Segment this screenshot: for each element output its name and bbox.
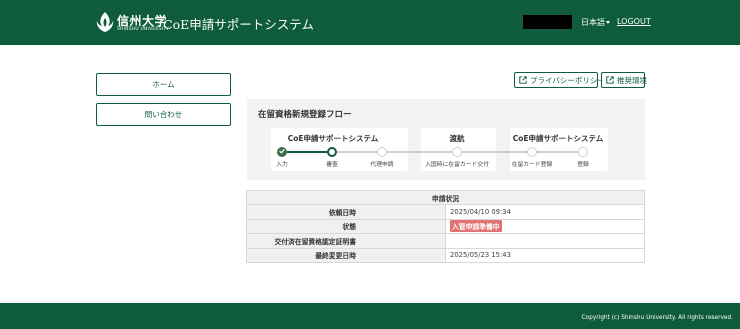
step-pending-indicator xyxy=(527,147,537,157)
flow-group-label: CoE申請サポートシステム xyxy=(512,134,604,143)
flow-group-label: CoE申請サポートシステム xyxy=(287,134,379,143)
step-pending-indicator xyxy=(377,147,387,157)
recommended-environment-link[interactable]: 推奨環境 xyxy=(601,72,647,88)
table-row: 最終変更日時 2025/05/23 15:43 xyxy=(246,247,645,263)
step-pending-indicator xyxy=(578,147,588,157)
logo-mark-icon xyxy=(96,12,114,32)
step-connector xyxy=(535,151,580,153)
step-name: 代理申請 xyxy=(370,162,394,168)
step-connector xyxy=(287,151,332,153)
app-title: CoE申請サポートシステム xyxy=(163,17,314,32)
table-header-row: 申請状況 xyxy=(246,189,645,206)
registration-flow-panel: 在留資格新規登録フロー CoE申請サポートシステム 渡航 CoE申請サポートシス… xyxy=(247,99,645,180)
page-footer: Copyright (c) Shinshu University. All ri… xyxy=(0,303,740,329)
privacy-policy-label: プライバシーポリシー xyxy=(530,75,605,85)
application-status-table: 申請状況 依頼日時 2025/04/10 09:34 状態 入管申請準備中 交付… xyxy=(246,189,645,263)
row-value: 入管申請準備中 xyxy=(445,218,645,235)
row-label: 依頼日時 xyxy=(246,204,446,220)
step-name: 入力 xyxy=(276,162,288,168)
status-badge: 入管申請準備中 xyxy=(450,220,502,233)
step-done-indicator xyxy=(277,147,287,157)
logo-subtitle: SHINSHU UNIVERSITY xyxy=(117,27,170,32)
copyright-text: Copyright (c) Shinshu University. All ri… xyxy=(581,315,734,321)
contact-button[interactable]: 問い合わせ xyxy=(96,103,231,126)
table-row: 交付済在留資格認定証明書 xyxy=(246,233,645,249)
user-name-redacted xyxy=(523,15,572,29)
step-current-indicator xyxy=(327,147,337,157)
table-heading: 申請状況 xyxy=(246,189,645,206)
home-button[interactable]: ホーム xyxy=(96,73,231,96)
row-label: 状態 xyxy=(246,218,446,235)
external-link-icon xyxy=(606,76,614,84)
checkmark-icon xyxy=(279,148,285,154)
row-value xyxy=(445,233,645,249)
logout-link[interactable]: LOGOUT xyxy=(617,17,651,26)
table-row: 状態 入管申請準備中 xyxy=(246,218,645,235)
row-label: 最終変更日時 xyxy=(246,247,446,263)
external-link-icon xyxy=(519,76,527,84)
row-value: 2025/04/10 09:34 xyxy=(445,204,645,220)
flow-title: 在留資格新規登録フロー xyxy=(258,110,352,120)
row-label: 交付済在留資格認定証明書 xyxy=(246,233,446,249)
recommended-environment-label: 推奨環境 xyxy=(617,75,647,85)
step-connector xyxy=(337,151,382,153)
language-dropdown[interactable]: 日本語 xyxy=(581,17,610,28)
university-logo[interactable]: 信州大学 SHINSHU UNIVERSITY xyxy=(96,11,169,35)
step-name: 入国時に在留カード交付 xyxy=(425,162,489,168)
step-name: 在留カード登録 xyxy=(511,162,553,168)
step-name: 登録 xyxy=(577,162,589,168)
flow-group-label: 渡航 xyxy=(449,134,465,143)
privacy-policy-link[interactable]: プライバシーポリシー xyxy=(514,72,605,88)
table-row: 依頼日時 2025/04/10 09:34 xyxy=(246,204,645,220)
top-header: 信州大学 SHINSHU UNIVERSITY CoE申請サポートシステム 日本… xyxy=(0,0,740,45)
language-label: 日本語 xyxy=(581,18,605,27)
step-pending-indicator xyxy=(452,147,462,157)
step-name: 審査 xyxy=(326,162,338,168)
caret-down-icon xyxy=(606,21,610,24)
row-value: 2025/05/23 15:43 xyxy=(445,247,645,263)
